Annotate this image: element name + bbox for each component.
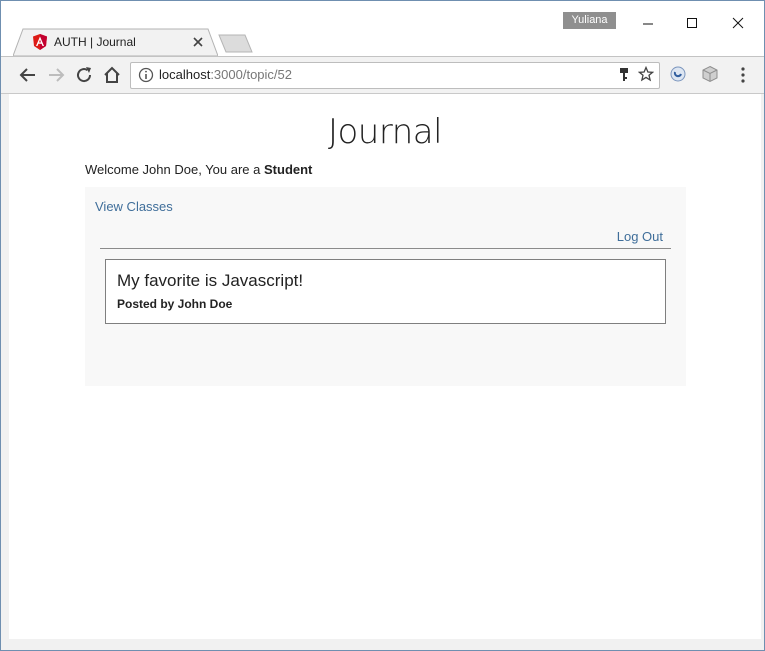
- angular-favicon-icon: [33, 34, 47, 50]
- extension-icon[interactable]: [669, 65, 687, 83]
- back-icon[interactable]: [18, 65, 38, 85]
- key-icon[interactable]: [618, 67, 630, 83]
- reload-icon[interactable]: [74, 65, 94, 85]
- post-card: My favorite is Javascript! Posted by Joh…: [105, 259, 666, 324]
- close-icon: [732, 17, 744, 29]
- content-panel: View Classes Log Out My favorite is Java…: [85, 187, 686, 386]
- home-icon[interactable]: [102, 65, 122, 85]
- welcome-message: Welcome John Doe, You are a Student: [85, 162, 312, 177]
- divider: [100, 248, 671, 249]
- view-classes-link[interactable]: View Classes: [95, 199, 173, 214]
- post-author: Posted by John Doe: [117, 297, 233, 311]
- profile-badge[interactable]: Yuliana: [563, 12, 616, 29]
- new-tab-button[interactable]: [218, 34, 254, 54]
- page-viewport: Journal Welcome John Doe, You are a Stud…: [9, 94, 761, 639]
- maximize-button[interactable]: [677, 11, 707, 35]
- window-close-button[interactable]: [723, 11, 753, 35]
- info-icon[interactable]: [138, 67, 154, 83]
- forward-icon[interactable]: [46, 65, 66, 85]
- welcome-text: Welcome John Doe, You are a: [85, 162, 264, 177]
- url-host: localhost: [159, 67, 211, 82]
- minimize-button[interactable]: [633, 11, 663, 35]
- post-title: My favorite is Javascript!: [117, 271, 304, 290]
- minimize-icon: [643, 23, 653, 25]
- url-text[interactable]: localhost:3000/topic/52: [159, 67, 292, 82]
- page-title: Journal: [327, 112, 443, 152]
- browser-window: Yuliana AUTH | Journal localhost:3000/to…: [0, 0, 765, 651]
- url-path: :3000/topic/52: [210, 67, 292, 82]
- bookmark-star-icon[interactable]: [638, 66, 654, 82]
- user-role: Student: [264, 162, 313, 177]
- menu-kebab-icon[interactable]: [738, 66, 748, 84]
- tab-close-icon[interactable]: [191, 35, 205, 49]
- cube-extension-icon[interactable]: [701, 65, 719, 83]
- title-bar: Yuliana AUTH | Journal: [1, 1, 764, 57]
- tab-title: AUTH | Journal: [54, 35, 136, 49]
- logout-link[interactable]: Log Out: [617, 229, 663, 244]
- maximize-icon: [687, 18, 697, 28]
